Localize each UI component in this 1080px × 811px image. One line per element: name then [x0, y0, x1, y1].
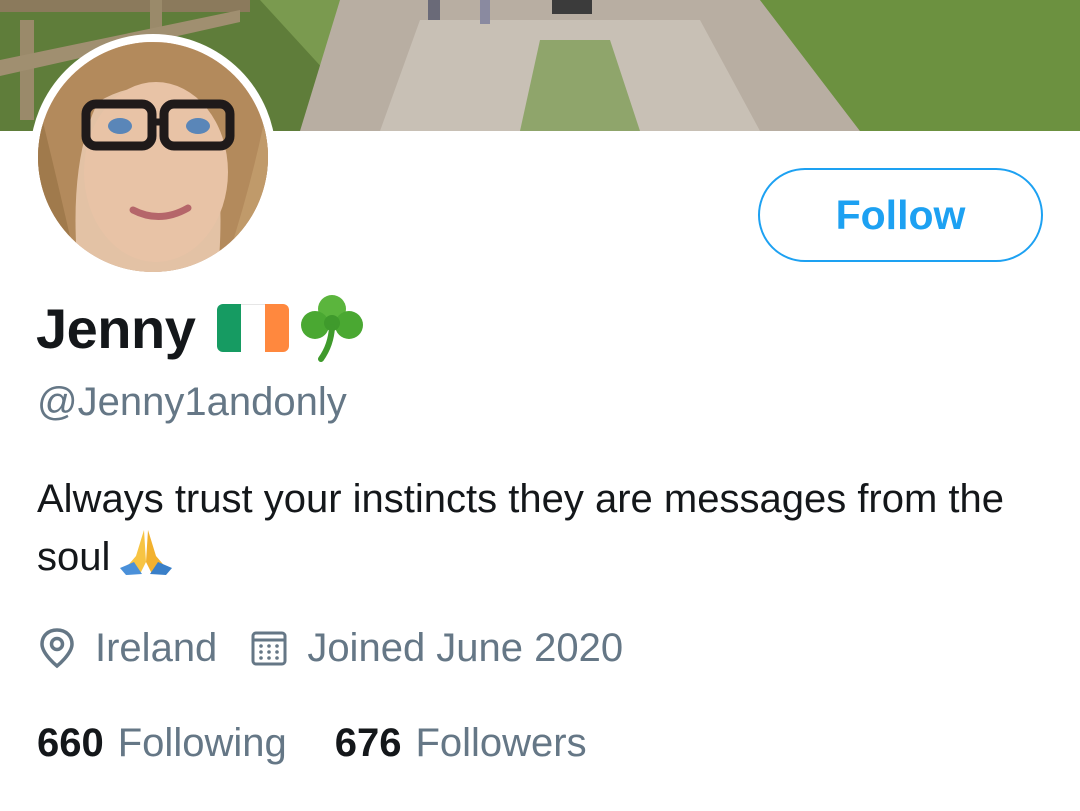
bio-text: Always trust your instincts they are mes…: [37, 477, 1005, 579]
followers-count: 676: [334, 720, 402, 765]
profile-meta: Ireland Joined June 2020: [37, 620, 623, 676]
location-item: Ireland: [37, 626, 217, 671]
following-count: 660: [37, 720, 104, 765]
profile-stats: 660 Following 676 Followers: [37, 715, 587, 771]
follow-button-label: Follow: [835, 191, 966, 238]
display-name-row: Jenny: [36, 288, 367, 368]
location-pin-icon: [40, 628, 74, 669]
calendar-icon: [251, 631, 287, 666]
profile-bio: Always trust your instincts they are mes…: [37, 470, 1037, 586]
profile-page: Follow Jenny @Jenny1andonly Always trust…: [0, 0, 1080, 811]
avatar-photo: [38, 42, 268, 272]
joined-item: Joined June 2020: [249, 626, 623, 671]
ireland-flag-icon: [217, 304, 290, 352]
display-name: Jenny: [36, 296, 196, 360]
location-text: Ireland: [95, 625, 218, 670]
followers-link[interactable]: 676 Followers: [335, 721, 587, 766]
follow-button[interactable]: Follow: [758, 168, 1043, 262]
username-handle: @Jenny1andonly: [37, 380, 347, 424]
followers-label: Followers: [415, 720, 587, 765]
shamrock-icon: [301, 295, 364, 362]
following-link[interactable]: 660 Following: [37, 721, 287, 766]
joined-text: Joined June 2020: [307, 625, 624, 670]
following-label: Following: [117, 720, 287, 765]
profile-avatar[interactable]: [30, 34, 276, 280]
folded-hands-icon: [120, 530, 173, 575]
